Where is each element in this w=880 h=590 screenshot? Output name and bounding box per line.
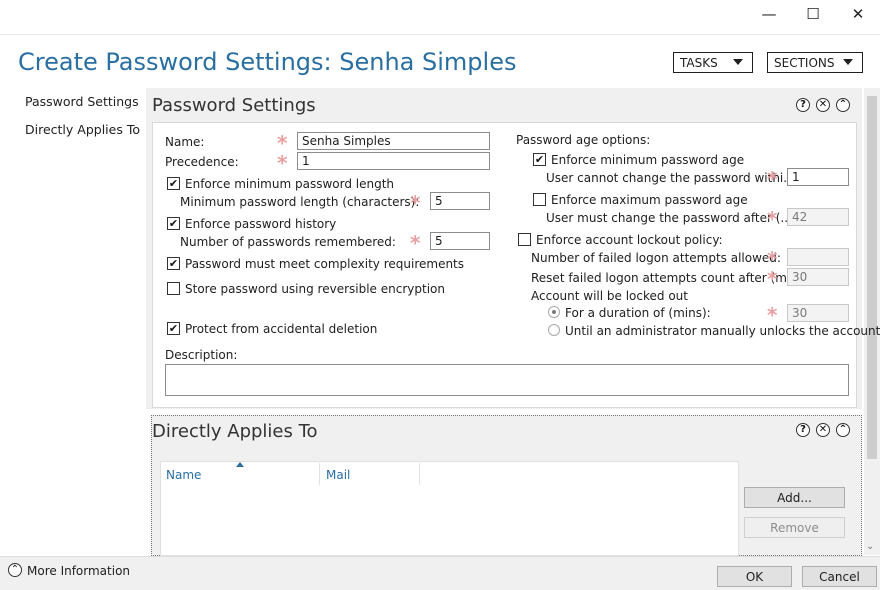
- max-age-label: User must change the password after (...: [546, 211, 792, 225]
- locked-out-label: Account will be locked out: [531, 289, 688, 303]
- min-age-field[interactable]: 1: [787, 168, 849, 186]
- chevron-down-icon: [733, 59, 743, 65]
- tasks-label: TASKS: [680, 55, 718, 70]
- required-icon: *: [767, 267, 778, 291]
- enforce-history-checkbox[interactable]: ✔: [167, 217, 180, 230]
- duration-label: For a duration of (mins):: [565, 306, 711, 320]
- password-settings-title: Password Settings: [152, 95, 316, 116]
- protect-deletion-checkbox[interactable]: ✔: [167, 322, 180, 335]
- required-icon: *: [767, 247, 778, 271]
- reset-count-field[interactable]: 30: [787, 268, 849, 286]
- manual-unlock-radio[interactable]: [548, 324, 560, 336]
- required-icon: *: [767, 167, 778, 191]
- complexity-checkbox[interactable]: ✔: [167, 257, 180, 270]
- description-label: Description:: [165, 348, 238, 362]
- maximize-button[interactable]: ☐: [791, 0, 835, 28]
- failed-attempts-label: Number of failed logon attempts allowed:: [531, 251, 781, 265]
- sections-dropdown[interactable]: SECTIONS: [767, 52, 863, 73]
- name-label: Name:: [165, 135, 205, 149]
- required-icon: *: [767, 207, 778, 231]
- nav-item-directly-applies-to[interactable]: Directly Applies To: [25, 122, 140, 137]
- column-divider: [419, 463, 420, 485]
- max-age-field[interactable]: 42: [787, 208, 849, 226]
- min-length-label: Minimum password length (characters):: [180, 195, 420, 209]
- age-options-label: Password age options:: [516, 133, 651, 147]
- duration-radio[interactable]: [548, 306, 560, 318]
- page-title: Create Password Settings: Senha Simples: [18, 48, 517, 76]
- ok-button[interactable]: OK: [717, 566, 792, 587]
- enforce-min-length-label: Enforce minimum password length: [185, 177, 395, 191]
- collapse-icon[interactable]: ⌃: [836, 423, 850, 437]
- complexity-label: Password must meet complexity requiremen…: [185, 257, 465, 271]
- enforce-history-label: Enforce password history: [185, 217, 337, 231]
- min-length-field[interactable]: 5: [430, 192, 490, 210]
- minimize-button[interactable]: —: [747, 0, 791, 28]
- expand-up-icon[interactable]: ⌃: [8, 563, 22, 577]
- lockout-policy-checkbox[interactable]: [518, 233, 531, 246]
- help-icon[interactable]: ?: [796, 98, 810, 112]
- maximize-icon: ☐: [806, 5, 820, 23]
- history-field[interactable]: 5: [430, 232, 490, 250]
- cancel-button[interactable]: Cancel: [802, 566, 877, 587]
- close-section-icon[interactable]: ✕: [816, 423, 830, 437]
- scrollbar-thumb[interactable]: [867, 96, 877, 459]
- remove-button[interactable]: Remove: [744, 517, 845, 538]
- reversible-encryption-label: Store password using reversible encrypti…: [185, 282, 445, 296]
- applies-to-title: Directly Applies To: [152, 421, 318, 442]
- lockout-policy-label: Enforce account lockout policy:: [536, 233, 723, 247]
- precedence-label: Precedence:: [165, 155, 239, 169]
- sort-ascending-icon: [236, 462, 244, 467]
- history-label: Number of passwords remembered:: [180, 235, 396, 249]
- scroll-down-icon[interactable]: ⌄: [866, 541, 874, 552]
- required-icon: *: [767, 303, 778, 327]
- precedence-field[interactable]: 1: [297, 152, 490, 170]
- more-information-link[interactable]: More Information: [27, 564, 130, 578]
- column-header-name[interactable]: Name: [166, 468, 201, 482]
- close-window-button[interactable]: ✕: [836, 0, 880, 28]
- enforce-min-length-checkbox[interactable]: ✔: [167, 177, 180, 190]
- min-age-label: User cannot change the password withi...: [546, 171, 795, 185]
- add-button[interactable]: Add...: [744, 487, 845, 508]
- required-icon: *: [410, 191, 421, 215]
- name-field[interactable]: Senha Simples: [297, 132, 490, 150]
- titlebar-divider: [0, 34, 880, 35]
- enforce-max-age-checkbox[interactable]: [533, 193, 546, 206]
- protect-deletion-label: Protect from accidental deletion: [185, 322, 378, 336]
- column-divider: [319, 463, 320, 485]
- close-section-icon[interactable]: ✕: [816, 98, 830, 112]
- failed-attempts-field[interactable]: [787, 248, 849, 266]
- manual-unlock-label: Until an administrator manually unlocks …: [565, 324, 880, 338]
- column-header-mail[interactable]: Mail: [326, 468, 350, 482]
- enforce-max-age-label: Enforce maximum password age: [551, 193, 748, 207]
- help-icon[interactable]: ?: [796, 423, 810, 437]
- required-icon: *: [277, 151, 288, 175]
- required-icon: *: [410, 231, 421, 255]
- sections-label: SECTIONS: [774, 55, 835, 70]
- reversible-encryption-checkbox[interactable]: [167, 282, 180, 295]
- collapse-icon[interactable]: ⌃: [836, 98, 850, 112]
- description-field[interactable]: [165, 364, 849, 396]
- close-icon: ✕: [851, 5, 865, 23]
- reset-count-label: Reset failed logon attempts count after …: [531, 271, 799, 285]
- required-icon: *: [277, 131, 288, 155]
- chevron-down-icon: [843, 59, 853, 65]
- minimize-icon: —: [761, 5, 777, 23]
- enforce-min-age-label: Enforce minimum password age: [551, 153, 745, 167]
- duration-field[interactable]: 30: [787, 304, 849, 322]
- applies-to-table: [160, 461, 739, 556]
- tasks-dropdown[interactable]: TASKS: [673, 52, 753, 73]
- nav-item-password-settings[interactable]: Password Settings: [25, 94, 139, 109]
- enforce-min-age-checkbox[interactable]: ✔: [533, 153, 546, 166]
